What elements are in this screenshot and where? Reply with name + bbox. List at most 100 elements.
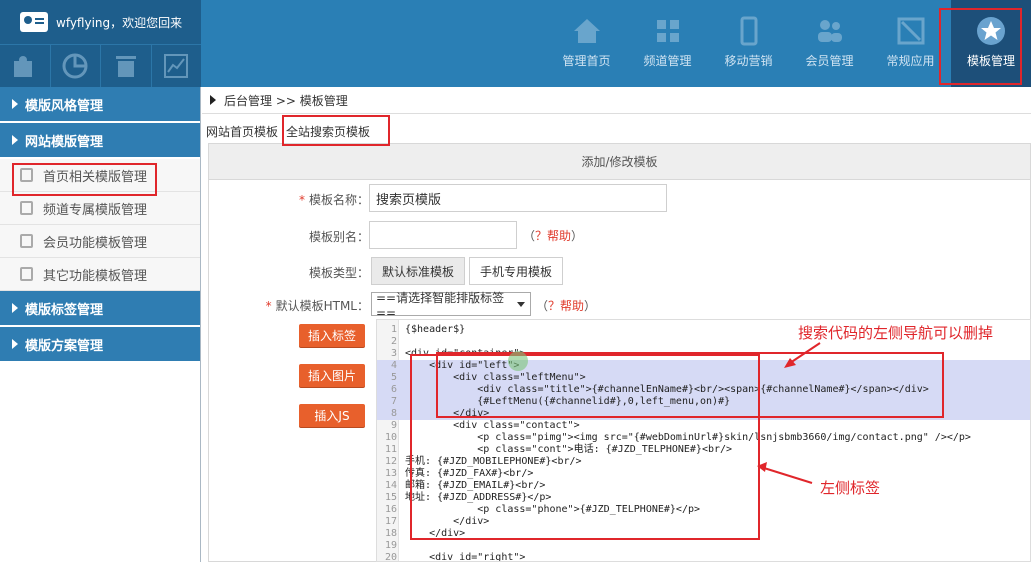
grid-icon <box>656 20 679 42</box>
sidebar: 模版风格管理 网站模版管理 首页相关模版管理 频道专属模版管理 会员功能模板管理… <box>0 87 201 562</box>
code-line: 3 <div id="container"> <box>377 348 1030 360</box>
code-text: {#LeftMenu({#channelid#},0,left_menu,on)… <box>405 396 731 407</box>
quick-trash[interactable] <box>101 45 152 87</box>
sidebar-item-label: 频道专属模版管理 <box>43 202 148 218</box>
nav-templates-label: 模板管理 <box>966 54 1015 68</box>
code-line: 20 <div id="right"> <box>377 552 1030 561</box>
tab-home-template[interactable]: 网站首页模板 <box>202 117 282 146</box>
smart-tag-select[interactable]: ==请选择智能排版标签== <box>371 291 531 320</box>
code-line: 13 传真: {#JZD_FAX#}<br/> <box>377 468 1030 480</box>
document-icon <box>20 234 33 248</box>
quick-toolbar <box>0 44 201 87</box>
code-text: <div id="left"> <box>405 360 520 371</box>
line-number: 6 <box>390 384 397 395</box>
nav-channel[interactable]: 频道管理 <box>627 0 708 87</box>
chevron-down-icon <box>517 301 525 307</box>
required-mark: * <box>298 193 305 207</box>
quick-puzzle[interactable] <box>0 45 51 87</box>
home-icon <box>573 19 600 43</box>
line-number: 1 <box>390 324 397 335</box>
sidebar-item-channel-templates[interactable]: 频道专属模版管理 <box>0 192 200 225</box>
header-user-panel: wfyflying，欢迎您回来 <box>0 0 201 87</box>
insert-image-button[interactable]: 插入图片 <box>299 364 365 387</box>
nav-mobile[interactable]: 移动营销 <box>708 0 789 87</box>
users-icon <box>817 20 842 42</box>
user-greeting: wfyflying，欢迎您回来 <box>0 0 201 44</box>
mobile-icon <box>740 16 757 46</box>
code-text: <p class="pimg"><img src="{#webDominUrl#… <box>405 432 971 443</box>
sidebar-cat-tags[interactable]: 模版标签管理 <box>0 291 200 327</box>
caret-right-icon <box>210 95 216 105</box>
sidebar-item-other-templates[interactable]: 其它功能模板管理 <box>0 258 200 291</box>
sidebar-cat-site[interactable]: 网站模版管理 <box>0 123 200 159</box>
code-line: 12 手机: {#JZD_MOBILEPHONE#}<br/> <box>377 456 1030 468</box>
star-icon <box>977 17 1005 45</box>
line-chart-icon <box>164 54 189 78</box>
code-line: 17 </div> <box>377 516 1030 528</box>
sidebar-cat-schemes[interactable]: 模版方案管理 <box>0 327 200 363</box>
panel-title: 添加/修改模板 <box>209 144 1030 180</box>
required-mark: * <box>265 299 272 313</box>
nav-templates[interactable]: 模板管理 <box>951 0 1031 87</box>
nav-apps-label: 常规应用 <box>886 54 935 68</box>
sidebar-item-label: 会员功能模板管理 <box>43 235 148 251</box>
sidebar-cat-style[interactable]: 模版风格管理 <box>0 87 200 123</box>
nav-mobile-label: 移动营销 <box>724 54 773 68</box>
caret-right-icon <box>12 339 18 349</box>
line-number: 5 <box>390 372 397 383</box>
code-line: 7 {#LeftMenu({#channelid#},0,left_menu,o… <box>377 396 1030 408</box>
code-text: 邮箱: {#JZD_EMAIL#}<br/> <box>405 480 546 491</box>
code-text: <p class="cont">电话: {#JZD_TELPHONE#}<br/… <box>405 444 733 455</box>
code-line: 18 </div> <box>377 528 1030 540</box>
username-text: wfyflying，欢迎您回来 <box>56 15 183 30</box>
quick-pie[interactable] <box>51 45 101 87</box>
code-text: <div id="container"> <box>405 348 526 359</box>
nav-members-label: 会员管理 <box>805 54 854 68</box>
html-help[interactable]: （？帮助） <box>536 297 596 314</box>
help-link: ？帮助 <box>548 299 585 313</box>
code-text: 地址: {#JZD_ADDRESS#}</p> <box>405 492 552 503</box>
code-text: {$header$} <box>405 324 466 335</box>
line-number: 11 <box>384 444 397 455</box>
sidebar-item-member-templates[interactable]: 会员功能模板管理 <box>0 225 200 258</box>
name-label: * 模板名称： <box>209 191 369 208</box>
sidebar-item-home-templates[interactable]: 首页相关模版管理 <box>0 159 200 192</box>
help-close: ） <box>584 299 597 313</box>
nav-members[interactable]: 会员管理 <box>789 0 870 87</box>
code-text: <div class="contact"> <box>405 420 580 431</box>
type-standard[interactable]: 默认标准模板 <box>371 257 466 285</box>
alias-help[interactable]: （？帮助） <box>523 227 583 244</box>
breadcrumb-text: 后台管理 >> 模板管理 <box>224 93 348 108</box>
html-label-text: 默认模板HTML： <box>275 299 369 313</box>
line-number: 13 <box>384 468 397 479</box>
annotation-top: 搜索代码的左侧导航可以删掉 <box>798 324 994 342</box>
quick-chart[interactable] <box>152 45 202 87</box>
nav-home[interactable]: 管理首页 <box>546 0 627 87</box>
template-alias-input[interactable] <box>369 221 517 249</box>
smart-tag-select-value: ==请选择智能排版标签== <box>376 290 505 320</box>
code-line: 6 <div class="title">{#channelEnName#}<b… <box>377 384 1030 396</box>
code-line: 16 <p class="phone">{#JZD_TELPHONE#}</p> <box>377 504 1030 516</box>
name-label-text: 模板名称： <box>308 193 369 207</box>
template-name-input[interactable]: 搜索页模版 <box>369 184 667 212</box>
sidebar-item-label: 首页相关模版管理 <box>43 169 148 185</box>
document-icon <box>20 267 33 281</box>
trash-icon <box>115 56 136 77</box>
top-header: wfyflying，欢迎您回来 管理首页 频道管理 移动营销 会员管理 常规应用… <box>0 0 1031 87</box>
insert-js-button[interactable]: 插入JS <box>299 404 365 427</box>
type-mobile[interactable]: 手机专用模板 <box>469 257 564 285</box>
code-line: 4 <div id="left"> <box>377 360 1030 372</box>
code-line: 19 <box>377 540 1030 552</box>
code-text: 手机: {#JZD_MOBILEPHONE#}<br/> <box>405 456 582 467</box>
nav-apps[interactable]: 常规应用 <box>870 0 951 87</box>
code-text: <div class="title">{#channelEnName#}<br/… <box>405 384 929 395</box>
line-number: 3 <box>390 348 397 359</box>
alias-label: 模板别名： <box>308 230 369 244</box>
html-code-editor[interactable]: 1 {$header$} 2 3 <div id="container"> 4 <div … <box>376 319 1031 562</box>
document-icon <box>20 168 33 182</box>
breadcrumb: 后台管理 >> 模板管理 <box>202 87 1031 114</box>
code-line: 8 </div> <box>377 408 1030 420</box>
help-close: ） <box>571 229 584 243</box>
tab-search-template[interactable]: 全站搜索页模板 <box>282 117 374 146</box>
insert-tag-button[interactable]: 插入标签 <box>299 324 365 347</box>
